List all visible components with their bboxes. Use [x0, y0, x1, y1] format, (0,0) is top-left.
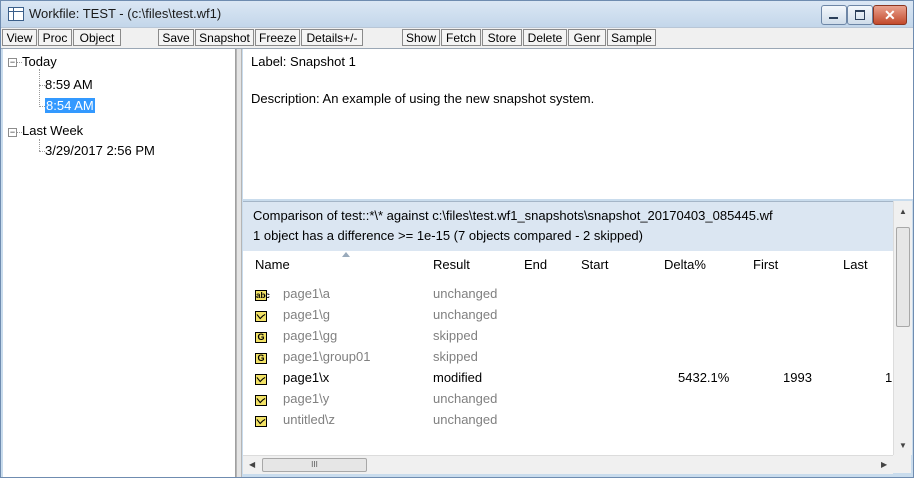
fetch-button[interactable]: Fetch: [441, 29, 481, 46]
tree-connector: [39, 69, 40, 107]
column-header-end[interactable]: End: [524, 257, 547, 272]
object-button[interactable]: Object: [73, 29, 121, 46]
column-header-name[interactable]: Name: [255, 257, 290, 272]
resize-grip[interactable]: [893, 455, 911, 473]
pane-splitter[interactable]: [236, 49, 242, 477]
vertical-scroll-thumb[interactable]: [896, 227, 910, 327]
row-result: unchanged: [433, 307, 498, 322]
scroll-up-icon[interactable]: ▲: [899, 207, 907, 216]
window-title: Workfile: TEST - (c:\files\test.wf1): [29, 6, 222, 21]
freeze-button[interactable]: Freeze: [255, 29, 300, 46]
proc-button[interactable]: Proc: [38, 29, 72, 46]
maximize-icon: [855, 10, 865, 20]
tree-connector: [39, 139, 40, 151]
row-name[interactable]: page1\g: [283, 307, 330, 322]
row-last: 1: [885, 370, 893, 385]
series-icon: [255, 395, 267, 406]
tree-node-last-week[interactable]: Last Week: [22, 123, 83, 138]
sort-ascending-icon: [342, 252, 350, 257]
scroll-right-icon[interactable]: ▶: [881, 460, 887, 469]
row-name[interactable]: page1\group01: [283, 349, 370, 364]
minimize-icon: [829, 17, 838, 19]
group-icon: G: [255, 353, 267, 364]
comparison-summary: 1 object has a difference >= 1e-15 (7 ob…: [253, 228, 643, 243]
minimize-button[interactable]: [821, 5, 847, 25]
scroll-down-icon[interactable]: ▼: [899, 441, 907, 450]
collapse-last-week-toggle[interactable]: −: [8, 128, 17, 137]
workfile-window: Workfile: TEST - (c:\files\test.wf1) ✕ V…: [0, 0, 914, 478]
vertical-scrollbar[interactable]: ▲ ▼: [893, 201, 912, 455]
tree-node-854[interactable]: 8:54 AM: [45, 98, 95, 113]
row-name[interactable]: page1\gg: [283, 328, 337, 343]
scroll-left-icon[interactable]: ◀: [249, 460, 255, 469]
tree-node-20170329[interactable]: 3/29/2017 2:56 PM: [45, 143, 155, 158]
snapshot-button[interactable]: Snapshot: [195, 29, 254, 46]
column-header-first[interactable]: First: [753, 257, 778, 272]
row-delta: 5432.1%: [678, 370, 730, 385]
row-result: unchanged: [433, 412, 498, 427]
column-header-result[interactable]: Result: [433, 257, 470, 272]
details-button[interactable]: Details+/-: [301, 29, 363, 46]
column-header-last[interactable]: Last: [843, 257, 868, 272]
view-button[interactable]: View: [2, 29, 37, 46]
alpha-object-icon: abc: [255, 290, 270, 301]
row-name[interactable]: page1\y: [283, 391, 329, 406]
horizontal-scroll-thumb[interactable]: III: [262, 458, 367, 472]
row-result: unchanged: [433, 286, 498, 301]
collapse-today-toggle[interactable]: −: [8, 58, 17, 67]
series-icon: [255, 374, 267, 385]
series-icon: [255, 311, 267, 322]
snapshot-description: Description: An example of using the new…: [251, 91, 595, 106]
store-button[interactable]: Store: [482, 29, 522, 46]
row-name[interactable]: page1\x: [283, 370, 329, 385]
column-header-delta[interactable]: Delta%: [664, 257, 706, 272]
snapshot-info-panel: Label: Snapshot 1 Description: An exampl…: [243, 49, 913, 199]
maximize-button[interactable]: [847, 5, 873, 25]
row-first: 1993: [783, 370, 812, 385]
close-icon: ✕: [884, 7, 896, 23]
snapshot-label: Label: Snapshot 1: [251, 54, 356, 69]
row-result: skipped: [433, 328, 478, 343]
save-button[interactable]: Save: [158, 29, 194, 46]
tree-node-today[interactable]: Today: [22, 54, 57, 69]
toolbar: View Proc Object Save Snapshot Freeze De…: [1, 27, 913, 49]
row-result: unchanged: [433, 391, 498, 406]
genr-button[interactable]: Genr: [568, 29, 606, 46]
row-result: modified: [433, 370, 483, 385]
sample-button[interactable]: Sample: [607, 29, 656, 46]
row-result: skipped: [433, 349, 478, 364]
comparison-title: Comparison of test::*\* against c:\files…: [253, 208, 773, 223]
series-icon: [255, 416, 267, 427]
workfile-icon: [8, 7, 24, 21]
group-icon: G: [255, 332, 267, 343]
horizontal-scrollbar[interactable]: ◀ III ▶: [243, 455, 893, 474]
comparison-header: Comparison of test::*\* against c:\files…: [243, 201, 893, 252]
show-button[interactable]: Show: [402, 29, 440, 46]
close-button[interactable]: ✕: [873, 5, 907, 25]
snapshot-tree: − Today 8:59 AM 8:54 AM − Last Week 3/29…: [3, 49, 236, 477]
tree-node-859[interactable]: 8:59 AM: [45, 77, 93, 92]
title-bar[interactable]: Workfile: TEST - (c:\files\test.wf1) ✕: [1, 1, 913, 27]
row-name[interactable]: untitled\z: [283, 412, 335, 427]
column-header-start[interactable]: Start: [581, 257, 608, 272]
delete-button[interactable]: Delete: [523, 29, 567, 46]
row-name[interactable]: page1\a: [283, 286, 330, 301]
